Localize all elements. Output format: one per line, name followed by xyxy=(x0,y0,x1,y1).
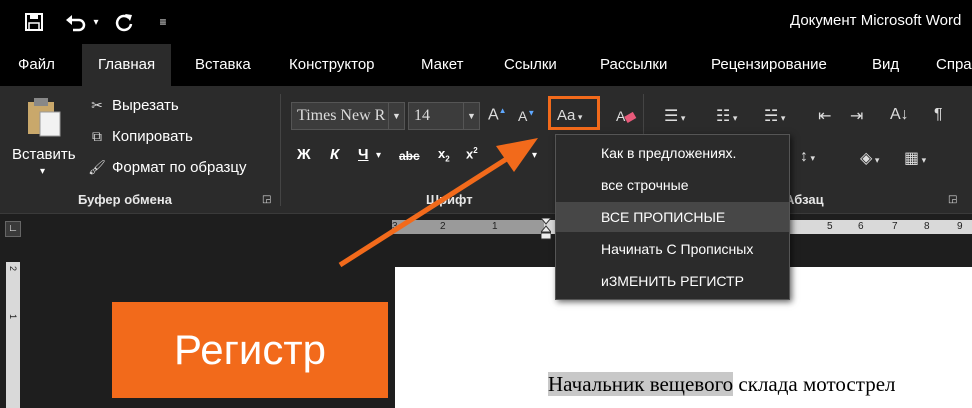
vertical-ruler: 2 1 xyxy=(6,262,20,408)
font-size-combo[interactable]: 14 ▼ xyxy=(408,102,480,130)
underline-dropdown-icon[interactable]: ▾ xyxy=(376,150,381,161)
font-size-dropdown-icon[interactable]: ▼ xyxy=(463,103,479,129)
svg-text:A: A xyxy=(616,108,626,124)
show-marks-icon[interactable]: ¶ xyxy=(934,106,943,124)
shrink-font-icon[interactable]: A▼ xyxy=(518,108,535,124)
cut-button[interactable]: ✂ Вырезать xyxy=(88,96,179,114)
ruler-mark: 1 xyxy=(8,314,18,320)
font-name-dropdown-icon[interactable]: ▼ xyxy=(388,103,404,129)
paste-dropdown-icon[interactable]: ▾ xyxy=(40,166,45,177)
cut-label: Вырезать xyxy=(112,96,179,114)
save-icon[interactable] xyxy=(22,11,46,33)
ruler-mark: 5 xyxy=(827,221,833,232)
tab-design[interactable]: Конструктор xyxy=(289,44,375,86)
clipboard-launcher-icon[interactable]: ◲ xyxy=(262,194,271,205)
indent-marker-icon[interactable] xyxy=(539,217,553,242)
menu-item-uppercase[interactable]: ВСЕ ПРОПИСНЫЕ xyxy=(556,202,789,232)
strikethrough-button[interactable]: abc xyxy=(399,149,420,163)
document-text[interactable]: Начальник вещевого склада мотострел xyxy=(548,372,896,397)
ruler-mark: 9 xyxy=(957,221,963,232)
ruler-mark: 2 xyxy=(440,221,446,232)
ribbon: Вставить ▾ ✂ Вырезать ⧉ Копировать 🖌 Фор… xyxy=(0,86,972,214)
font-group-label: Шрифт xyxy=(426,192,473,207)
copy-button[interactable]: ⧉ Копировать xyxy=(88,127,193,145)
menu-item-capitalize-each-word[interactable]: Начинать С Прописных xyxy=(556,234,789,264)
undo-dropdown-icon[interactable]: ▾ xyxy=(90,11,102,33)
tab-references[interactable]: Ссылки xyxy=(504,44,557,86)
ruler-mark: 2 xyxy=(8,266,18,272)
bold-button[interactable]: Ж xyxy=(297,146,311,163)
menu-item-sentence-case[interactable]: Как в предложениях. xyxy=(556,138,789,168)
underline-button[interactable]: Ч xyxy=(358,146,369,163)
tab-home[interactable]: Главная xyxy=(82,44,172,86)
tab-review[interactable]: Рецензирование xyxy=(711,44,827,86)
scissors-icon: ✂ xyxy=(91,97,103,113)
paste-button[interactable]: Вставить xyxy=(12,146,76,163)
tab-layout[interactable]: Макет xyxy=(421,44,463,86)
line-spacing-icon[interactable]: ↕ ▾ xyxy=(800,148,815,166)
bullets-icon[interactable]: ☰ ▾ xyxy=(664,106,685,126)
multilevel-list-icon[interactable]: ☵ ▾ xyxy=(764,106,785,126)
paragraph-group-label: Абзац xyxy=(785,192,824,207)
format-painter-label: Формат по образцу xyxy=(112,158,247,176)
callout-label: Регистр xyxy=(112,302,388,398)
sort-icon[interactable]: A↓ xyxy=(890,106,909,124)
body-text: склада мотострел xyxy=(733,372,896,396)
tab-mailings[interactable]: Рассылки xyxy=(600,44,667,86)
ruler-mark: 7 xyxy=(892,221,898,232)
format-painter-button[interactable]: 🖌 Формат по образцу xyxy=(88,158,247,176)
font-name-combo[interactable]: Times New R ▼ xyxy=(291,102,405,130)
ruler-mark: 3 xyxy=(392,221,398,232)
superscript-button[interactable]: x2 xyxy=(466,146,478,161)
document-title: Документ Microsoft Word xyxy=(790,12,962,29)
ruler-left-margin xyxy=(392,220,544,234)
tab-view[interactable]: Вид xyxy=(872,44,899,86)
tab-insert[interactable]: Вставка xyxy=(195,44,251,86)
change-case-highlight xyxy=(548,96,600,130)
increase-indent-icon[interactable]: ⇥ xyxy=(850,106,863,126)
undo-icon[interactable] xyxy=(64,11,88,33)
ruler-mark: 8 xyxy=(924,221,930,232)
paragraph-launcher-icon[interactable]: ◲ xyxy=(948,194,957,205)
decrease-indent-icon[interactable]: ⇤ xyxy=(818,106,831,126)
tab-selector-button[interactable]: ∟ xyxy=(5,221,21,237)
ruler-mark: 6 xyxy=(858,221,864,232)
tab-file[interactable]: Файл xyxy=(18,44,55,86)
grow-font-icon[interactable]: A▲ xyxy=(488,106,507,124)
shading-icon[interactable]: ◈ ▾ xyxy=(860,148,879,168)
menu-item-lowercase[interactable]: все строчные xyxy=(556,170,789,200)
clear-formatting-icon[interactable]: A xyxy=(615,106,637,131)
customize-icon[interactable]: ≡ xyxy=(156,11,170,33)
clipboard-group-label: Буфер обмена xyxy=(78,192,172,207)
redo-icon[interactable] xyxy=(112,11,136,33)
change-case-menu: Как в предложениях. все строчные ВСЕ ПРО… xyxy=(555,134,790,300)
font-color-dropdown-icon[interactable]: ▾ xyxy=(532,150,537,161)
title-bar: ▾ ≡ Документ Microsoft Word xyxy=(0,0,972,44)
copy-label: Копировать xyxy=(112,127,193,145)
clipboard-paste-icon[interactable] xyxy=(22,96,66,140)
paintbrush-icon: 🖌 xyxy=(88,159,106,175)
tab-help[interactable]: Спра xyxy=(936,44,972,86)
borders-icon[interactable]: ▦ ▾ xyxy=(904,148,926,168)
copy-icon: ⧉ xyxy=(92,128,102,144)
menu-item-toggle-case[interactable]: иЗМЕНИТЬ РЕГИСТР xyxy=(556,266,789,296)
font-size-value: 14 xyxy=(414,107,430,124)
subscript-button[interactable]: x2 xyxy=(438,146,450,164)
font-name-value: Times New R xyxy=(297,107,386,124)
ribbon-tabs: Файл Главная Вставка Конструктор Макет С… xyxy=(0,44,972,86)
group-separator xyxy=(280,94,281,206)
selected-text: Начальник вещевого xyxy=(548,372,734,396)
ruler-mark: 1 xyxy=(492,221,498,232)
italic-button[interactable]: К xyxy=(330,146,339,163)
numbering-icon[interactable]: ☷ ▾ xyxy=(716,106,737,126)
